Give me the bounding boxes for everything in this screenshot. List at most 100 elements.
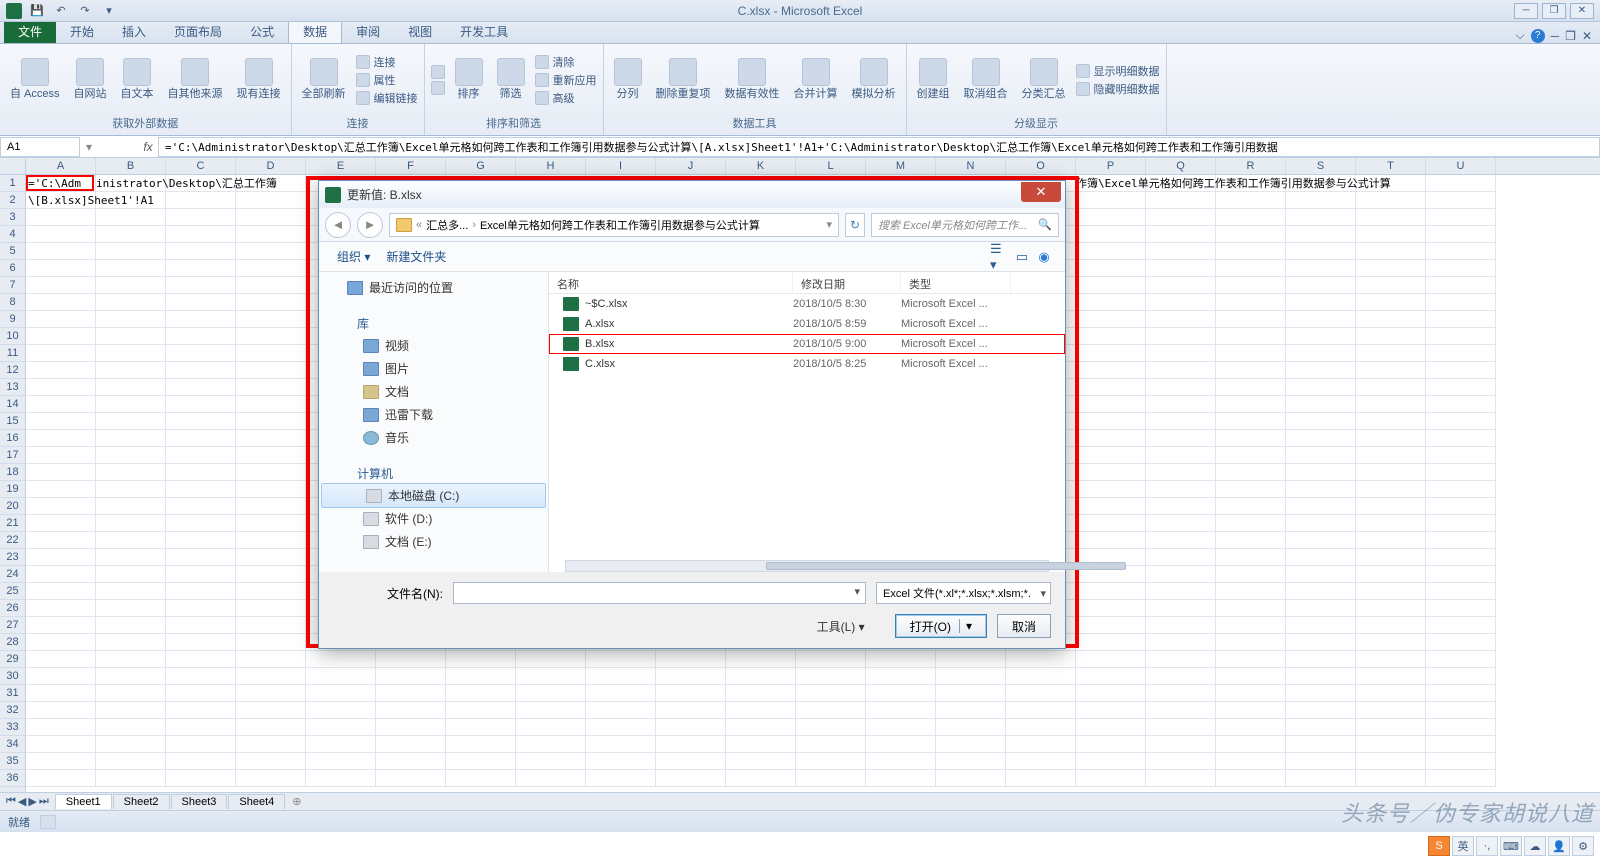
col-header-E[interactable]: E: [306, 158, 376, 174]
tools-dropdown[interactable]: 工具(L) ▾: [817, 618, 865, 635]
ribbon-minimize-icon[interactable]: ⌵: [1516, 28, 1525, 43]
col-header-Q[interactable]: Q: [1146, 158, 1216, 174]
btn-advanced-filter[interactable]: 高级: [535, 90, 597, 106]
btn-whatif[interactable]: 模拟分析: [848, 58, 900, 100]
btn-properties[interactable]: 属性: [356, 72, 418, 88]
doc-close-icon[interactable]: ✕: [1582, 29, 1592, 43]
col-header-C[interactable]: C: [166, 158, 236, 174]
col-header-R[interactable]: R: [1216, 158, 1286, 174]
row-header-13[interactable]: 13: [0, 379, 25, 396]
name-box[interactable]: A1: [0, 137, 80, 157]
row-header-10[interactable]: 10: [0, 328, 25, 345]
file-row[interactable]: ~$C.xlsx 2018/10/5 8:30 Microsoft Excel …: [549, 294, 1065, 314]
sidebar-xunlei[interactable]: 迅雷下载: [319, 403, 548, 426]
btn-from-other[interactable]: 自其他来源: [164, 58, 227, 100]
sidebar-drive-c[interactable]: 本地磁盘 (C:): [321, 483, 546, 508]
col-header-M[interactable]: M: [866, 158, 936, 174]
row-header-22[interactable]: 22: [0, 532, 25, 549]
view-mode-icon[interactable]: ☰ ▾: [989, 247, 1011, 267]
sidebar-documents[interactable]: 文档: [319, 380, 548, 403]
col-header-B[interactable]: B: [96, 158, 166, 174]
row-header-20[interactable]: 20: [0, 498, 25, 515]
organize-button[interactable]: 组织 ▾: [329, 244, 378, 269]
btn-from-web[interactable]: 自网站: [70, 58, 111, 100]
ime-kbd-icon[interactable]: ⌨: [1500, 836, 1522, 856]
btn-hide-detail[interactable]: 隐藏明细数据: [1076, 81, 1160, 97]
btn-sort-za[interactable]: [431, 81, 445, 95]
row-header-25[interactable]: 25: [0, 583, 25, 600]
row-header-3[interactable]: 3: [0, 209, 25, 226]
row-header-35[interactable]: 35: [0, 753, 25, 770]
row-header-6[interactable]: 6: [0, 260, 25, 277]
sidebar-drive-d[interactable]: 软件 (D:): [319, 507, 548, 530]
insert-sheet-icon[interactable]: ⊕: [286, 795, 307, 808]
col-header-H[interactable]: H: [516, 158, 586, 174]
row-header-11[interactable]: 11: [0, 345, 25, 362]
row-header-12[interactable]: 12: [0, 362, 25, 379]
col-header-D[interactable]: D: [236, 158, 306, 174]
filename-input[interactable]: [453, 582, 866, 604]
col-header-U[interactable]: U: [1426, 158, 1496, 174]
row-header-7[interactable]: 7: [0, 277, 25, 294]
tab-view[interactable]: 视图: [394, 20, 446, 43]
sidebar-music[interactable]: 音乐: [319, 426, 548, 449]
sidebar-pictures[interactable]: 图片: [319, 357, 548, 380]
col-header-P[interactable]: P: [1076, 158, 1146, 174]
btn-clear-filter[interactable]: 清除: [535, 54, 597, 70]
nav-forward-button[interactable]: ►: [357, 212, 383, 238]
ime-lang-icon[interactable]: 英: [1452, 836, 1474, 856]
window-close-button[interactable]: ✕: [1570, 3, 1594, 19]
fx-icon[interactable]: fx: [138, 140, 158, 154]
formula-input[interactable]: ='C:\Administrator\Desktop\汇总工作簿\Excel单元…: [158, 137, 1600, 157]
ime-settings-icon[interactable]: ⚙: [1572, 836, 1594, 856]
col-header-T[interactable]: T: [1356, 158, 1426, 174]
row-header-14[interactable]: 14: [0, 396, 25, 413]
btn-refresh-all[interactable]: 全部刷新: [298, 58, 350, 100]
btn-text-to-columns[interactable]: 分列: [610, 58, 646, 100]
qat-undo-icon[interactable]: ↶: [52, 2, 70, 20]
row-header-5[interactable]: 5: [0, 243, 25, 260]
tab-page-layout[interactable]: 页面布局: [160, 20, 236, 43]
col-header-K[interactable]: K: [726, 158, 796, 174]
qat-customize-icon[interactable]: ▾: [100, 2, 118, 20]
sheet-tab-sheet2[interactable]: Sheet2: [113, 794, 170, 809]
macro-record-icon[interactable]: [40, 815, 56, 829]
file-list[interactable]: 名称 修改日期 类型 ~$C.xlsx 2018/10/5 8:30 Micro…: [549, 272, 1065, 572]
col-header-name[interactable]: 名称: [549, 272, 793, 293]
breadcrumb-bar[interactable]: « 汇总多... › Excel单元格如何跨工作表和工作簿引用数据参与公式计算 …: [389, 213, 839, 237]
col-header-J[interactable]: J: [656, 158, 726, 174]
tab-data[interactable]: 数据: [288, 19, 342, 43]
btn-remove-duplicates[interactable]: 删除重复项: [652, 58, 715, 100]
btn-reapply[interactable]: 重新应用: [535, 72, 597, 88]
sidebar-video[interactable]: 视频: [319, 334, 548, 357]
row-header-16[interactable]: 16: [0, 430, 25, 447]
dialog-search-input[interactable]: 搜索 Excel单元格如何跨工作... 🔍: [871, 213, 1059, 237]
window-restore-button[interactable]: ❐: [1542, 3, 1566, 19]
tab-insert[interactable]: 插入: [108, 20, 160, 43]
file-row[interactable]: C.xlsx 2018/10/5 8:25 Microsoft Excel ..…: [549, 354, 1065, 374]
row-header-9[interactable]: 9: [0, 311, 25, 328]
ime-toolbar[interactable]: S 英 ·, ⌨ ☁ 👤 ⚙: [1428, 836, 1594, 856]
dialog-close-button[interactable]: ✕: [1021, 182, 1061, 202]
ime-cloud-icon[interactable]: ☁: [1524, 836, 1546, 856]
window-minimize-button[interactable]: ─: [1514, 3, 1538, 19]
refresh-button[interactable]: ↻: [845, 213, 865, 237]
sheet-nav-first-icon[interactable]: ⏮: [6, 795, 16, 808]
tab-file[interactable]: 文件: [4, 20, 56, 43]
sheet-tab-sheet3[interactable]: Sheet3: [171, 794, 228, 809]
sidebar-drive-e[interactable]: 文档 (E:): [319, 530, 548, 553]
help-icon[interactable]: ?: [1531, 29, 1545, 43]
btn-subtotal[interactable]: 分类汇总: [1018, 58, 1070, 100]
sheet-nav-next-icon[interactable]: ▶: [28, 795, 36, 808]
row-header-31[interactable]: 31: [0, 685, 25, 702]
qat-save-icon[interactable]: 💾: [28, 2, 46, 20]
preview-pane-icon[interactable]: ▭: [1011, 247, 1033, 267]
file-list-scrollbar[interactable]: [565, 560, 1049, 572]
row-header-19[interactable]: 19: [0, 481, 25, 498]
select-all-corner[interactable]: [0, 158, 25, 175]
btn-group[interactable]: 创建组: [913, 58, 954, 100]
btn-show-detail[interactable]: 显示明细数据: [1076, 63, 1160, 79]
row-header-18[interactable]: 18: [0, 464, 25, 481]
sidebar-computer[interactable]: 计算机: [319, 459, 548, 484]
row-header-30[interactable]: 30: [0, 668, 25, 685]
